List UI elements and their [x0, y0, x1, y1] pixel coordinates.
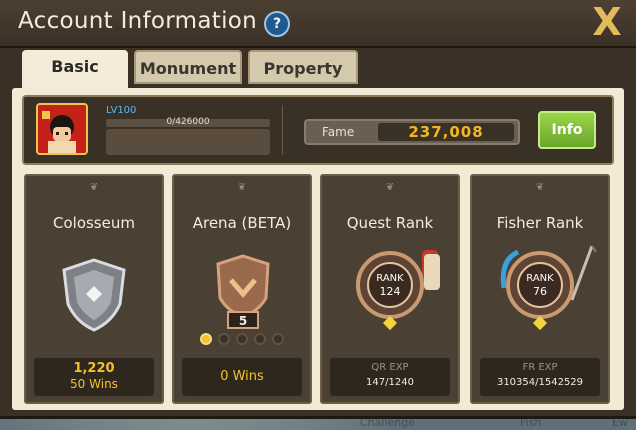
tab-basic[interactable]: Basic: [22, 50, 128, 90]
fisher-rank-card[interactable]: ❦ Fisher Rank RANK 76 FR EXP 310354/1542…: [470, 174, 610, 404]
shield-icon: [62, 258, 126, 332]
qr-exp-label: QR EXP: [371, 362, 409, 373]
arena-progress-dots: [200, 333, 290, 347]
exp-text: 0/426000: [166, 117, 210, 127]
fr-exp-value: 310354/1542529: [496, 377, 584, 388]
progress-dot: [272, 333, 284, 345]
arena-title: Arena (BETA): [192, 214, 292, 232]
fisher-rank-footer: FR EXP 310354/1542529: [480, 358, 600, 396]
fame-box: Fame 237,008: [304, 119, 520, 145]
tab-monument[interactable]: Monument: [134, 50, 242, 84]
fame-label: Fame: [322, 125, 355, 139]
quest-rank-badge-icon: RANK 124: [356, 251, 424, 319]
title-bar: Account Information ? X: [0, 0, 636, 48]
ornament-icon: ❦: [237, 182, 247, 193]
fame-value-box: 237,008: [378, 123, 514, 141]
profile-bar: LV100 0/426000 Fame 237,008 Info: [22, 95, 614, 165]
colosseum-rating: 1,220: [73, 361, 115, 376]
help-icon[interactable]: ?: [264, 11, 290, 37]
progress-dot: [218, 333, 230, 345]
arena-card[interactable]: ❦ Arena (BETA) 5 0 Wins: [172, 174, 312, 404]
colosseum-title: Colosseum: [53, 214, 135, 232]
fisher-rank-badge-icon: RANK 76: [506, 251, 574, 319]
progress-dot: [254, 333, 266, 345]
divider: [282, 105, 283, 155]
close-icon[interactable]: X: [590, 3, 624, 41]
ornament-icon: ❦: [535, 182, 545, 193]
ornament-icon: ❦: [385, 182, 395, 193]
account-info-window: Account Information ? X Basic Monument P…: [0, 0, 636, 419]
ornament-icon: ❦: [89, 182, 99, 193]
quest-rank-title: Quest Rank: [346, 214, 434, 232]
fr-exp-label: FR EXP: [522, 362, 558, 373]
fame-value: 237,008: [408, 123, 484, 141]
qr-exp-value: 147/1240: [366, 377, 414, 388]
quest-rank-number: 124: [379, 285, 401, 298]
arena-tier: 5: [238, 314, 248, 328]
fisher-rank-label: RANK: [526, 273, 554, 284]
character-portrait-icon: [38, 105, 86, 153]
window-title: Account Information: [18, 8, 258, 34]
info-button[interactable]: Info: [538, 111, 596, 149]
arena-footer: 0 Wins: [182, 358, 302, 396]
progress-dot: [236, 333, 248, 345]
colosseum-footer: 1,220 50 Wins: [34, 358, 154, 396]
avatar[interactable]: [36, 103, 88, 155]
colosseum-wins: 50 Wins: [70, 377, 118, 391]
quest-rank-footer: QR EXP 147/1240: [330, 358, 450, 396]
colosseum-card[interactable]: ❦ Colosseum 1,220 50 Wins: [24, 174, 164, 404]
level-label: LV100: [106, 105, 137, 116]
character-name-box: [106, 129, 270, 155]
arena-wins: 0 Wins: [220, 369, 264, 384]
fisher-rank-number: 76: [533, 285, 547, 298]
progress-dot: [200, 333, 212, 345]
quest-rank-label: RANK: [376, 273, 404, 284]
quest-rank-card[interactable]: ❦ Quest Rank RANK 124 QR EXP 147/1240: [320, 174, 460, 404]
fisher-rank-title: Fisher Rank: [496, 214, 584, 232]
tab-property[interactable]: Property: [248, 50, 358, 84]
